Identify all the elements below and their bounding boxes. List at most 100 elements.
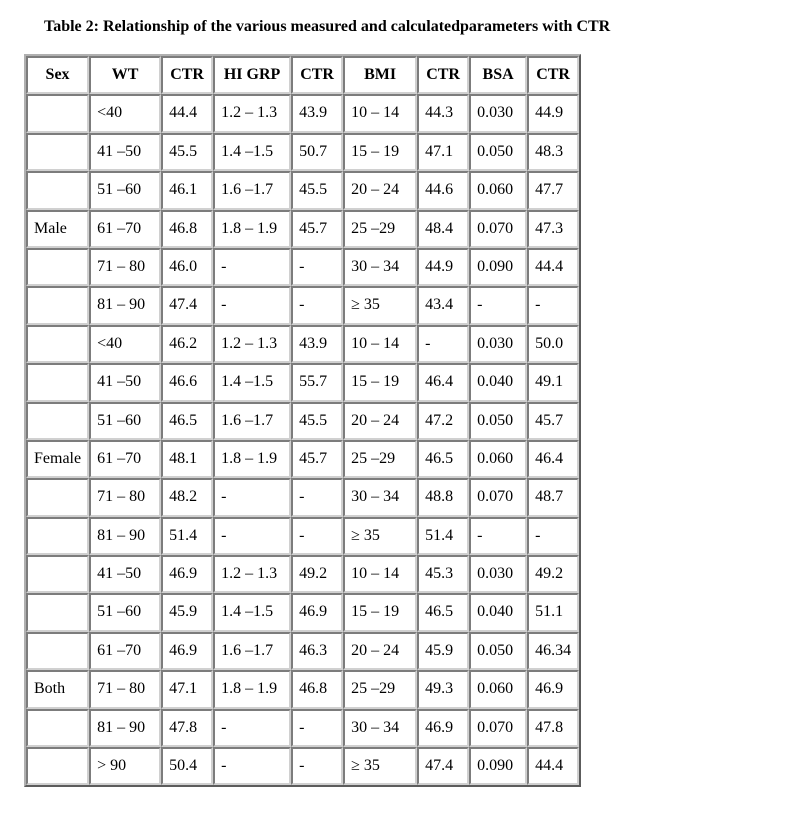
cell-ctr-hi: 46.8 [291, 670, 343, 708]
table-row: Both71 – 8047.11.8 – 1.946.825 –2949.30.… [26, 670, 579, 708]
cell-bsa: - [469, 517, 527, 555]
cell-ctr-wt: 44.4 [161, 94, 213, 132]
cell-ctr-hi: - [291, 248, 343, 286]
col-bsa: BSA [469, 56, 527, 94]
cell-ctr-wt: 46.5 [161, 402, 213, 440]
cell-ctr-bsa: - [527, 286, 579, 324]
cell-ctr-bsa: 49.1 [527, 363, 579, 401]
cell-ctr-bsa: - [527, 517, 579, 555]
cell-hi: 1.6 –1.7 [213, 171, 291, 209]
cell-hi: 1.2 – 1.3 [213, 325, 291, 363]
cell-hi: 1.8 – 1.9 [213, 670, 291, 708]
cell-sex [26, 325, 89, 363]
cell-ctr-bmi: 46.4 [417, 363, 469, 401]
cell-ctr-bmi: 46.5 [417, 593, 469, 631]
cell-wt: 71 – 80 [89, 670, 161, 708]
cell-bsa: 0.060 [469, 440, 527, 478]
table-row: 51 –6045.91.4 –1.546.915 – 1946.50.04051… [26, 593, 579, 631]
cell-bsa: 0.040 [469, 593, 527, 631]
cell-ctr-wt: 46.1 [161, 171, 213, 209]
cell-wt: 71 – 80 [89, 478, 161, 516]
cell-bmi: 10 – 14 [343, 325, 417, 363]
cell-bsa: 0.030 [469, 555, 527, 593]
cell-sex [26, 363, 89, 401]
cell-hi: - [213, 747, 291, 785]
cell-ctr-hi: 49.2 [291, 555, 343, 593]
cell-bsa: 0.050 [469, 402, 527, 440]
cell-ctr-bsa: 46.34 [527, 632, 579, 670]
cell-ctr-bmi: 47.2 [417, 402, 469, 440]
cell-sex [26, 171, 89, 209]
cell-sex [26, 747, 89, 785]
cell-ctr-hi: - [291, 286, 343, 324]
cell-wt: > 90 [89, 747, 161, 785]
cell-hi: 1.2 – 1.3 [213, 555, 291, 593]
cell-hi: 1.8 – 1.9 [213, 440, 291, 478]
cell-hi: - [213, 248, 291, 286]
cell-ctr-hi: - [291, 709, 343, 747]
cell-sex [26, 593, 89, 631]
cell-ctr-bmi: 44.6 [417, 171, 469, 209]
cell-bmi: ≥ 35 [343, 517, 417, 555]
cell-wt: 71 – 80 [89, 248, 161, 286]
cell-ctr-bmi: 47.4 [417, 747, 469, 785]
table-row: 51 –6046.51.6 –1.745.520 – 2447.20.05045… [26, 402, 579, 440]
cell-wt: 61 –70 [89, 210, 161, 248]
cell-sex [26, 709, 89, 747]
cell-ctr-bsa: 47.3 [527, 210, 579, 248]
cell-ctr-bsa: 45.7 [527, 402, 579, 440]
cell-hi: - [213, 478, 291, 516]
cell-sex: Both [26, 670, 89, 708]
cell-ctr-wt: 46.2 [161, 325, 213, 363]
col-bmi: BMI [343, 56, 417, 94]
cell-ctr-bmi: 45.9 [417, 632, 469, 670]
cell-ctr-wt: 46.6 [161, 363, 213, 401]
cell-ctr-bmi: 51.4 [417, 517, 469, 555]
cell-bsa: 0.070 [469, 478, 527, 516]
cell-ctr-hi: 45.5 [291, 171, 343, 209]
cell-wt: 61 –70 [89, 632, 161, 670]
cell-hi: 1.4 –1.5 [213, 133, 291, 171]
col-ctr-wt: CTR [161, 56, 213, 94]
cell-hi: 1.4 –1.5 [213, 363, 291, 401]
cell-bmi: ≥ 35 [343, 286, 417, 324]
cell-ctr-bmi: 48.8 [417, 478, 469, 516]
cell-wt: 51 –60 [89, 402, 161, 440]
cell-bmi: 10 – 14 [343, 555, 417, 593]
cell-bsa: 0.050 [469, 632, 527, 670]
cell-ctr-wt: 47.8 [161, 709, 213, 747]
cell-hi: - [213, 709, 291, 747]
cell-wt: 81 – 90 [89, 517, 161, 555]
cell-ctr-hi: - [291, 478, 343, 516]
data-table: Sex WT CTR HI GRP CTR BMI CTR BSA CTR <4… [24, 54, 581, 787]
table-row: 61 –7046.91.6 –1.746.320 – 2445.90.05046… [26, 632, 579, 670]
cell-bmi: 30 – 34 [343, 248, 417, 286]
cell-ctr-wt: 46.9 [161, 555, 213, 593]
cell-wt: 51 –60 [89, 593, 161, 631]
cell-ctr-bmi: 44.9 [417, 248, 469, 286]
table-row: Female61 –7048.11.8 – 1.945.725 –2946.50… [26, 440, 579, 478]
cell-bmi: 30 – 34 [343, 709, 417, 747]
table-row: 41 –5046.91.2 – 1.349.210 – 1445.30.0304… [26, 555, 579, 593]
table-row: 51 –6046.11.6 –1.745.520 – 2444.60.06047… [26, 171, 579, 209]
cell-ctr-bsa: 46.9 [527, 670, 579, 708]
cell-hi: 1.8 – 1.9 [213, 210, 291, 248]
cell-ctr-bmi: 43.4 [417, 286, 469, 324]
cell-bmi: ≥ 35 [343, 747, 417, 785]
cell-ctr-wt: 47.4 [161, 286, 213, 324]
cell-bsa: - [469, 286, 527, 324]
cell-ctr-bmi: 49.3 [417, 670, 469, 708]
cell-ctr-hi: 45.7 [291, 210, 343, 248]
cell-bmi: 20 – 24 [343, 171, 417, 209]
cell-ctr-bsa: 48.3 [527, 133, 579, 171]
cell-wt: 51 –60 [89, 171, 161, 209]
cell-ctr-bsa: 44.9 [527, 94, 579, 132]
cell-ctr-hi: 43.9 [291, 325, 343, 363]
table-row: <4046.21.2 – 1.343.910 – 14-0.03050.0 [26, 325, 579, 363]
cell-ctr-bsa: 49.2 [527, 555, 579, 593]
cell-bmi: 30 – 34 [343, 478, 417, 516]
cell-bsa: 0.070 [469, 210, 527, 248]
table-row: 71 – 8048.2--30 – 3448.80.07048.7 [26, 478, 579, 516]
cell-ctr-bmi: 48.4 [417, 210, 469, 248]
table-row: 71 – 8046.0--30 – 3444.90.09044.4 [26, 248, 579, 286]
